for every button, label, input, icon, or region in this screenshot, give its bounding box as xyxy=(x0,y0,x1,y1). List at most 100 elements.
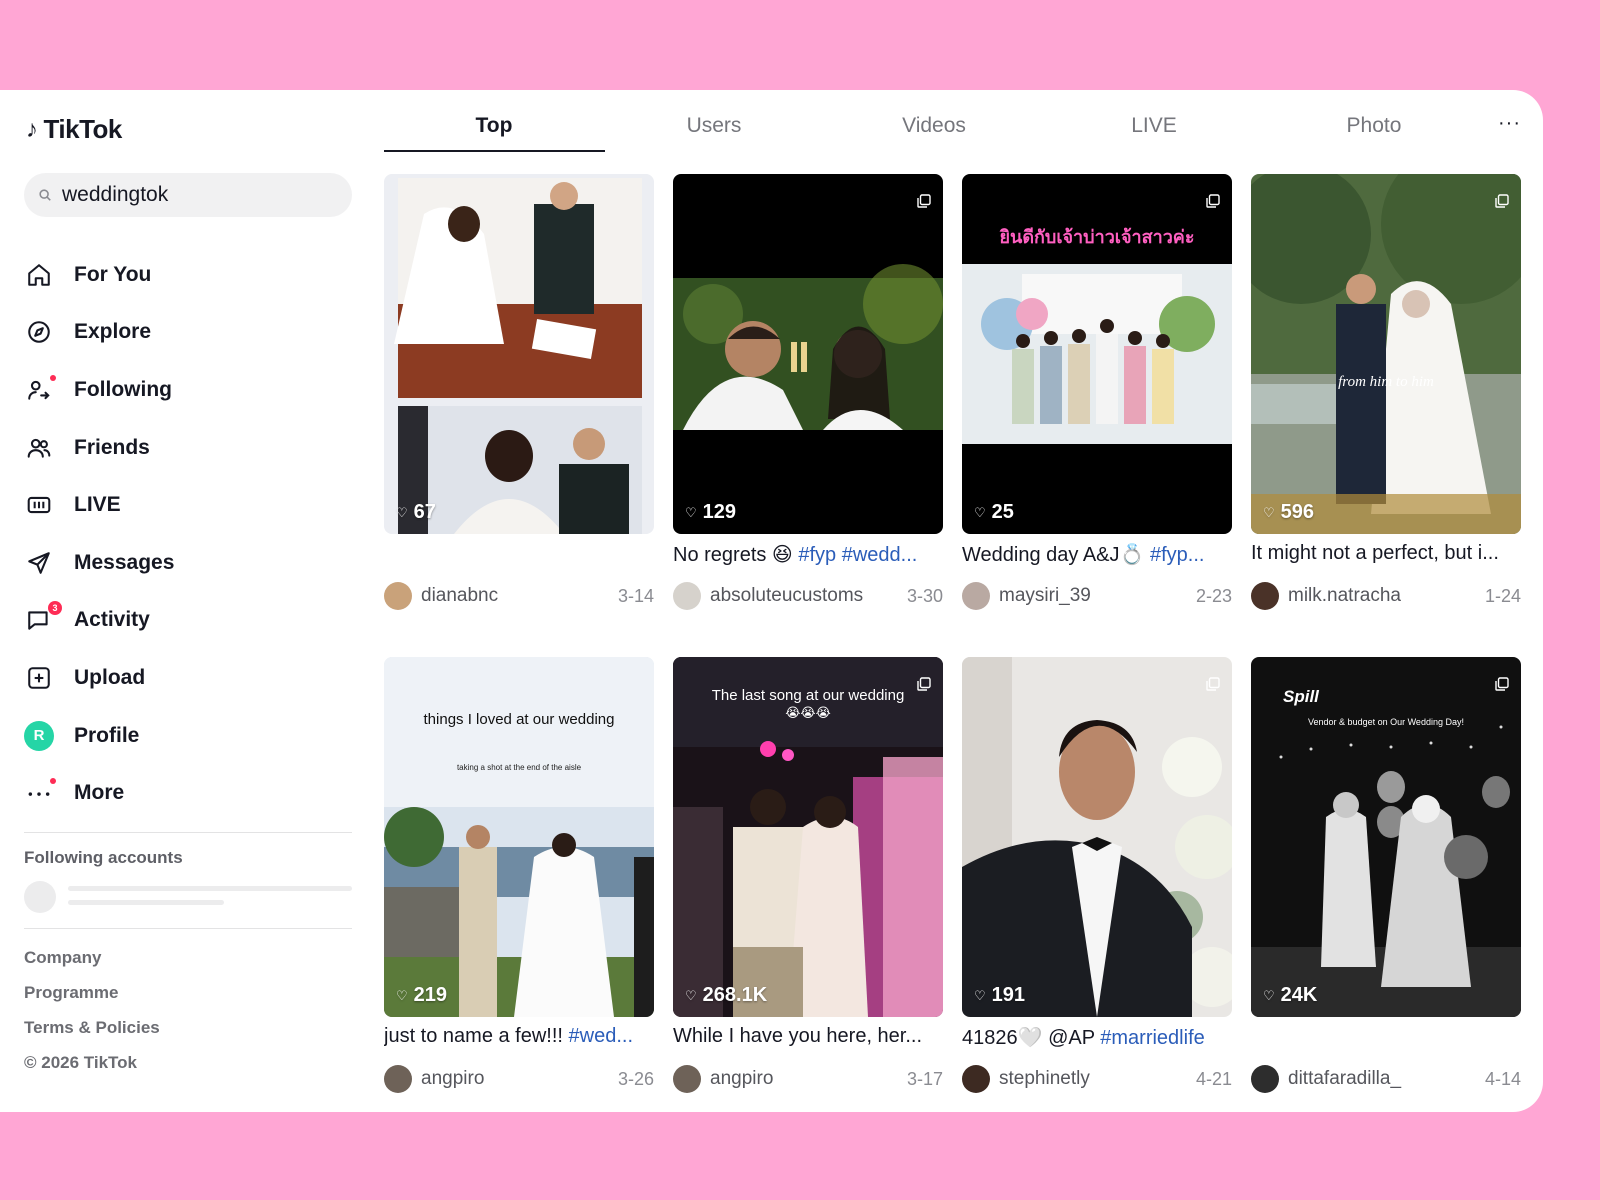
video-caption[interactable]: Wedding day A&J💍 #fyp... xyxy=(962,542,1232,567)
username[interactable]: stephinetly xyxy=(999,1068,1196,1090)
video-thumbnail[interactable]: ยินดีกับเจ้าบ่าวเจ้าสาวค่ะ ♡ 25 xyxy=(962,174,1232,534)
post-date: 3-17 xyxy=(906,1068,943,1089)
avatar[interactable] xyxy=(384,582,412,610)
heart-icon: ♡ xyxy=(396,504,408,520)
sidebar: ♪ TikTok For You Explore xyxy=(0,90,376,1112)
post-date: 4-21 xyxy=(1195,1068,1232,1089)
heart-icon: ♡ xyxy=(685,504,697,520)
thumbnail-image xyxy=(962,657,1232,1017)
tab-photo[interactable]: Photo xyxy=(1264,114,1484,154)
username[interactable]: maysiri_39 xyxy=(999,585,1196,607)
search-box[interactable] xyxy=(24,173,352,217)
likes-count: ♡ 67 xyxy=(396,501,436,523)
video-thumbnail[interactable]: from him to him ♡ 596 xyxy=(1251,174,1521,534)
skeleton-line xyxy=(68,900,224,905)
video-thumbnail[interactable]: Spill Vendor & budget on Our Wedding Day… xyxy=(1251,657,1521,1017)
video-caption[interactable]: It might not a perfect, but i... xyxy=(1251,542,1521,565)
video-overlay-text: things I loved at our wedding xyxy=(423,711,615,728)
thumbnail-image xyxy=(384,174,654,534)
footer-link-company[interactable]: Company xyxy=(24,940,160,975)
multi-photo-icon xyxy=(1206,677,1220,691)
multi-photo-icon xyxy=(1495,677,1509,691)
sidebar-item-following[interactable]: Following xyxy=(24,361,354,419)
tab-live[interactable]: LIVE xyxy=(1044,114,1264,154)
sidebar-item-more[interactable]: More xyxy=(24,764,354,822)
username[interactable]: milk.natracha xyxy=(1288,585,1485,607)
video-caption[interactable]: 41826🤍 @AP #marriedlife xyxy=(962,1025,1232,1050)
avatar[interactable] xyxy=(1251,582,1279,610)
video-caption[interactable]: While I have you here, her... xyxy=(673,1025,943,1048)
video-thumbnail[interactable]: ♡ 67 xyxy=(384,174,654,534)
sidebar-item-messages[interactable]: Messages xyxy=(24,534,354,592)
video-meta: angpiro 3-17 xyxy=(673,1065,943,1093)
post-date: 3-30 xyxy=(906,585,943,606)
sidebar-item-upload[interactable]: Upload xyxy=(24,649,354,707)
sidebar-item-profile[interactable]: R Profile xyxy=(24,707,354,765)
video-caption[interactable]: No regrets 😆 #fyp #wedd... xyxy=(673,542,943,567)
sidebar-item-live[interactable]: LIVE xyxy=(24,476,354,534)
tiktok-logo[interactable]: ♪ TikTok xyxy=(26,114,122,145)
tab-users[interactable]: Users xyxy=(604,114,824,154)
heart-icon: ♡ xyxy=(685,987,697,1003)
footer-links: Company Programme Terms & Policies © 202… xyxy=(24,940,160,1080)
sidebar-nav: For You Explore Following Friends LIVE M… xyxy=(24,246,354,822)
video-thumbnail[interactable]: things I loved at our wedding taking a s… xyxy=(384,657,654,1017)
video-meta: absoluteucustoms 3-30 xyxy=(673,582,943,610)
footer-link-terms[interactable]: Terms & Policies xyxy=(24,1010,160,1045)
logo-text: TikTok xyxy=(43,114,123,144)
home-icon xyxy=(24,260,54,290)
sidebar-item-explore[interactable]: Explore xyxy=(24,304,354,362)
username[interactable]: angpiro xyxy=(421,1068,618,1090)
tab-top[interactable]: Top xyxy=(384,114,604,154)
video-overlay-subtext: Vendor & budget on Our Wedding Day! xyxy=(1308,717,1464,727)
username[interactable]: dianabnc xyxy=(421,585,618,607)
likes-count: ♡ 191 xyxy=(974,984,1026,1006)
likes-count: ♡ 596 xyxy=(1263,501,1315,523)
activity-badge: 3 xyxy=(48,601,62,616)
search-input[interactable] xyxy=(62,183,322,207)
sidebar-item-label: Following xyxy=(74,377,172,401)
avatar[interactable] xyxy=(1251,1065,1279,1093)
avatar[interactable] xyxy=(673,1065,701,1093)
divider xyxy=(24,928,352,929)
app-window: ♪ TikTok For You Explore xyxy=(0,90,1543,1112)
multi-photo-icon xyxy=(917,194,931,208)
avatar[interactable] xyxy=(673,582,701,610)
post-date: 2-23 xyxy=(1195,585,1232,606)
sidebar-item-friends[interactable]: Friends xyxy=(24,419,354,477)
avatar[interactable] xyxy=(962,582,990,610)
username[interactable]: absoluteucustoms xyxy=(710,585,907,607)
username[interactable]: angpiro xyxy=(710,1068,907,1090)
sidebar-item-activity[interactable]: 3 Activity xyxy=(24,592,354,650)
heart-icon: ♡ xyxy=(1263,987,1275,1003)
multi-photo-icon xyxy=(917,677,931,691)
likes-count: ♡ 24K xyxy=(1263,984,1318,1006)
video-thumbnail[interactable]: ♡ 129 xyxy=(673,174,943,534)
sidebar-item-label: More xyxy=(74,781,125,805)
notification-dot xyxy=(50,374,56,381)
multi-photo-icon xyxy=(1206,194,1220,208)
username[interactable]: dittafaradilla_ xyxy=(1288,1068,1485,1090)
compass-icon xyxy=(24,317,54,347)
post-date: 1-24 xyxy=(1484,585,1521,606)
avatar[interactable] xyxy=(384,1065,412,1093)
heart-icon: ♡ xyxy=(974,504,986,520)
footer-link-programme[interactable]: Programme xyxy=(24,975,160,1010)
avatar[interactable] xyxy=(962,1065,990,1093)
likes-count: ♡ 268.1K xyxy=(685,984,768,1006)
copyright: © 2026 TikTok xyxy=(24,1053,138,1072)
video-thumbnail[interactable]: ♡ 191 xyxy=(962,657,1232,1017)
video-caption[interactable]: just to name a few!!! #wed... xyxy=(384,1025,654,1048)
tabs-more-button[interactable]: ··· xyxy=(1498,112,1521,135)
tiktok-note-icon: ♪ xyxy=(26,115,38,143)
video-overlay-subtext: taking a shot at the end of the aisle xyxy=(456,763,582,772)
video-overlay-text: Spill xyxy=(1283,687,1319,706)
video-overlay-subtext: 😭😭😭 xyxy=(785,705,831,720)
heart-icon: ♡ xyxy=(974,987,986,1003)
video-overlay-text: The last song at our wedding xyxy=(711,687,905,704)
tab-videos[interactable]: Videos xyxy=(824,114,1044,154)
more-icon xyxy=(24,778,56,808)
video-thumbnail[interactable]: The last song at our wedding 😭😭😭 ♡ 268.1K xyxy=(673,657,943,1017)
sidebar-item-label: For You xyxy=(74,262,152,286)
sidebar-item-for-you[interactable]: For You xyxy=(24,246,354,304)
